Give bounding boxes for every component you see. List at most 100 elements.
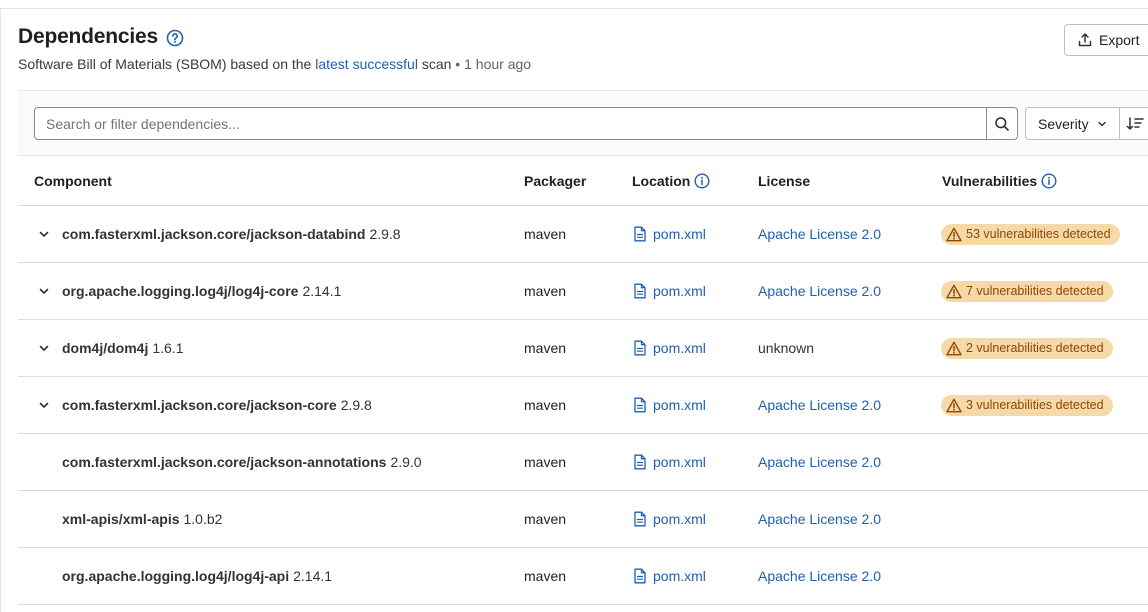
chevron-down-icon[interactable] xyxy=(38,228,50,240)
license-link[interactable]: Apache License 2.0 xyxy=(758,397,881,413)
file-icon xyxy=(633,568,647,584)
column-header-vulnerabilities: Vulnerabilities xyxy=(942,173,1057,189)
vulnerability-badge: 7 vulnerabilities detected xyxy=(941,280,1113,302)
location-value: pom.xml xyxy=(653,568,706,584)
table-row: com.fasterxml.jackson.core/jackson-core … xyxy=(18,377,1148,434)
component-cell: com.fasterxml.jackson.core/jackson-annot… xyxy=(38,434,422,490)
component-name: com.fasterxml.jackson.core/jackson-core xyxy=(62,397,337,413)
location-link[interactable]: pom.xml xyxy=(633,340,706,356)
search-box xyxy=(34,107,1018,140)
dependencies-table: Component Packager Location License Vuln… xyxy=(18,156,1148,605)
location-link[interactable]: pom.xml xyxy=(633,568,706,584)
packager-value: maven xyxy=(524,454,567,470)
component-version: 2.9.0 xyxy=(390,454,422,470)
location-link[interactable]: pom.xml xyxy=(633,397,706,413)
table-row: xml-apis/xml-apis 1.0.b2 maven pom.xml A… xyxy=(18,491,1148,548)
location-value: pom.xml xyxy=(653,397,706,413)
location-value: pom.xml xyxy=(653,454,706,470)
severity-dropdown[interactable]: Severity xyxy=(1025,107,1120,140)
vulnerabilities-cell: 2 vulnerabilities detected xyxy=(941,320,1113,376)
column-label: Vulnerabilities xyxy=(942,173,1038,189)
component-cell: org.apache.logging.log4j/log4j-api 2.14.… xyxy=(38,548,332,604)
license-link[interactable]: Apache License 2.0 xyxy=(758,226,881,242)
column-header-license[interactable]: License xyxy=(758,173,810,189)
location-cell: pom.xml xyxy=(633,434,706,490)
component-version: 1.0.b2 xyxy=(183,511,223,527)
component-name: org.apache.logging.log4j/log4j-api xyxy=(62,568,290,584)
component-cell: org.apache.logging.log4j/log4j-core 2.14… xyxy=(38,263,341,319)
table-row: com.fasterxml.jackson.core/jackson-datab… xyxy=(18,206,1148,263)
export-button[interactable]: Export xyxy=(1064,24,1148,56)
search-button[interactable] xyxy=(986,108,1017,139)
table-row: org.apache.logging.log4j/log4j-core 2.14… xyxy=(18,263,1148,320)
warning-icon xyxy=(946,341,962,356)
chevron-down-icon xyxy=(1097,119,1107,129)
table-body: com.fasterxml.jackson.core/jackson-datab… xyxy=(18,206,1148,605)
location-value: pom.xml xyxy=(653,283,706,299)
license-cell: Apache License 2.0 xyxy=(758,491,881,547)
warning-icon xyxy=(946,227,962,242)
license-cell: Apache License 2.0 xyxy=(758,434,881,490)
page-subtitle: Software Bill of Materials (SBOM) based … xyxy=(18,56,1148,72)
location-cell: pom.xml xyxy=(633,377,706,433)
location-cell: pom.xml xyxy=(633,206,706,262)
license-cell: Apache License 2.0 xyxy=(758,548,881,604)
packager-cell: maven xyxy=(524,434,566,490)
license-link[interactable]: Apache License 2.0 xyxy=(758,283,881,299)
search-input[interactable] xyxy=(35,108,986,139)
packager-value: maven xyxy=(524,283,567,299)
column-header-packager[interactable]: Packager xyxy=(524,173,586,189)
location-link[interactable]: pom.xml xyxy=(633,283,706,299)
latest-scan-link[interactable]: latest successful xyxy=(315,56,418,72)
component-cell: com.fasterxml.jackson.core/jackson-core … xyxy=(38,377,372,433)
license-cell: Apache License 2.0 xyxy=(758,263,881,319)
location-value: pom.xml xyxy=(653,340,706,356)
component-name: dom4j/dom4j xyxy=(62,340,149,356)
file-icon xyxy=(633,511,647,527)
location-link[interactable]: pom.xml xyxy=(633,454,706,470)
component-version: 2.14.1 xyxy=(293,568,333,584)
info-icon[interactable] xyxy=(1041,173,1057,189)
top-divider xyxy=(0,8,1148,9)
license-link[interactable]: Apache License 2.0 xyxy=(758,454,881,470)
vulnerability-count: 2 vulnerabilities detected xyxy=(966,341,1104,355)
license-link[interactable]: Apache License 2.0 xyxy=(758,568,881,584)
packager-cell: maven xyxy=(524,320,566,376)
chevron-down-icon[interactable] xyxy=(38,342,50,354)
packager-value: maven xyxy=(524,340,567,356)
file-icon xyxy=(633,283,647,299)
file-icon xyxy=(633,340,647,356)
location-link[interactable]: pom.xml xyxy=(633,226,706,242)
packager-value: maven xyxy=(524,511,567,527)
packager-cell: maven xyxy=(524,491,566,547)
location-cell: pom.xml xyxy=(633,263,706,319)
question-circle-icon[interactable] xyxy=(166,29,184,47)
vulnerabilities-cell: 3 vulnerabilities detected xyxy=(941,377,1113,433)
column-label: Component xyxy=(34,173,112,189)
search-icon xyxy=(994,116,1010,132)
info-icon[interactable] xyxy=(694,173,710,189)
location-link[interactable]: pom.xml xyxy=(633,511,706,527)
page-title: Dependencies xyxy=(18,25,158,48)
component-version: 2.14.1 xyxy=(302,283,342,299)
table-row: org.apache.logging.log4j/log4j-api 2.14.… xyxy=(18,548,1148,605)
column-header-component: Component xyxy=(34,173,112,189)
component-cell: xml-apis/xml-apis 1.0.b2 xyxy=(38,491,222,547)
chevron-down-icon[interactable] xyxy=(38,285,50,297)
page-header: Dependencies Software Bill of Materials … xyxy=(18,24,1148,84)
file-icon xyxy=(633,454,647,470)
packager-cell: maven xyxy=(524,206,566,262)
chevron-down-icon[interactable] xyxy=(38,399,50,411)
sort-lowest-icon xyxy=(1126,116,1144,132)
left-divider xyxy=(0,8,1,612)
license-link[interactable]: Apache License 2.0 xyxy=(758,511,881,527)
vulnerability-badge: 53 vulnerabilities detected xyxy=(941,223,1120,245)
packager-value: maven xyxy=(524,568,567,584)
sort-direction-button[interactable] xyxy=(1120,107,1148,140)
export-icon xyxy=(1077,32,1093,48)
file-icon xyxy=(633,226,647,242)
vulnerability-count: 53 vulnerabilities detected xyxy=(966,227,1111,241)
packager-value: maven xyxy=(524,226,567,242)
table-row: com.fasterxml.jackson.core/jackson-annot… xyxy=(18,434,1148,491)
component-cell: com.fasterxml.jackson.core/jackson-datab… xyxy=(38,206,401,262)
